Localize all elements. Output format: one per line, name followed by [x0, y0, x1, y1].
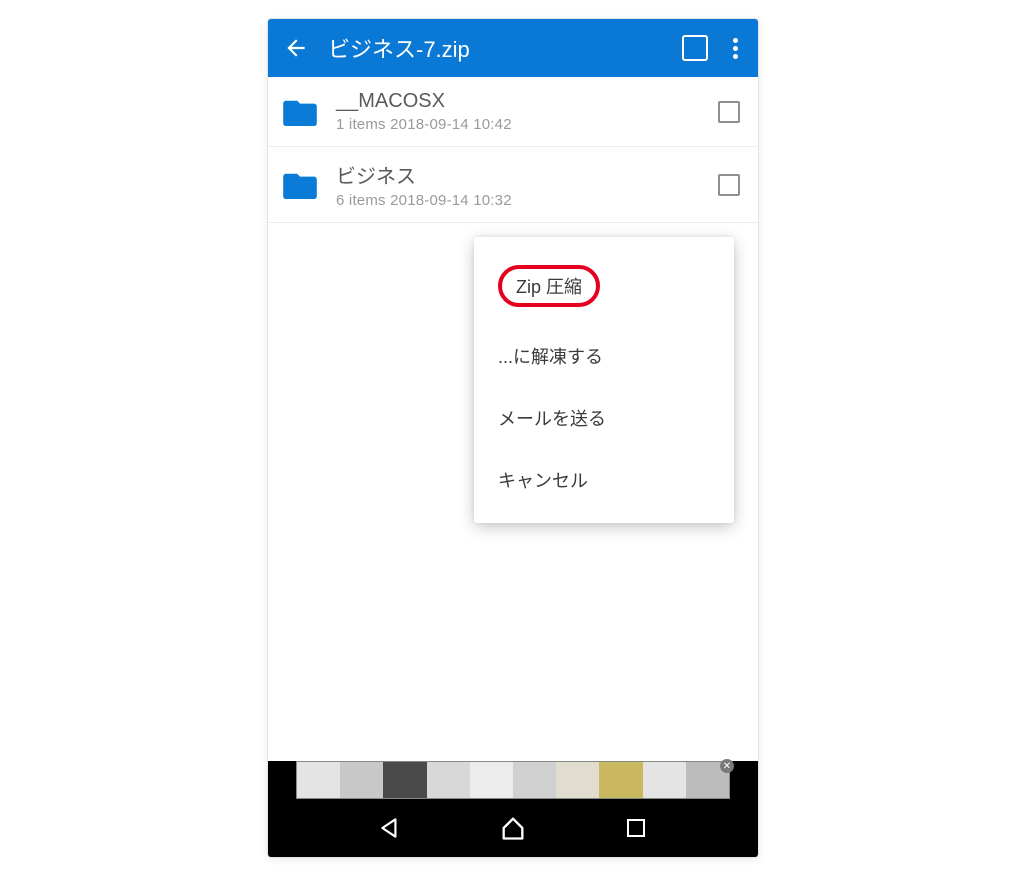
select-toggle-button[interactable]: [682, 35, 708, 61]
ad-banner[interactable]: ✕: [296, 761, 730, 799]
dot-icon: [733, 54, 738, 59]
file-info: __MACOSX 1 items 2018-09-14 10:42: [336, 90, 718, 133]
row-checkbox[interactable]: [718, 101, 740, 123]
dot-icon: [733, 38, 738, 43]
navigation-bar: ✕: [268, 761, 758, 857]
row-checkbox[interactable]: [718, 174, 740, 196]
file-meta: 1 items 2018-09-14 10:42: [336, 116, 718, 133]
nav-home-button[interactable]: [497, 812, 529, 844]
arrow-left-icon: [283, 35, 309, 61]
list-item[interactable]: ビジネス 6 items 2018-09-14 10:32: [268, 147, 758, 223]
dot-icon: [733, 46, 738, 51]
folder-icon: [282, 98, 318, 126]
back-button[interactable]: [282, 34, 310, 62]
folder-icon: [282, 171, 318, 199]
triangle-left-icon: [377, 815, 403, 841]
menu-item-extract-to[interactable]: ...に解凍する: [474, 325, 734, 387]
menu-item-cancel[interactable]: キャンセル: [474, 449, 734, 511]
more-menu-button[interactable]: [726, 38, 744, 59]
app-bar: ビジネス-7.zip: [268, 19, 758, 77]
home-outline-icon: [499, 814, 527, 842]
highlight-annotation: Zip 圧縮: [498, 265, 600, 307]
nav-recent-button[interactable]: [620, 812, 652, 844]
content-area: ビジネス-7.zip __MACOSX 1 items 2018-09-14 1…: [268, 19, 758, 761]
file-meta: 6 items 2018-09-14 10:32: [336, 192, 718, 209]
page-title: ビジネス-7.zip: [328, 32, 682, 64]
phone-frame: ビジネス-7.zip __MACOSX 1 items 2018-09-14 1…: [267, 18, 759, 858]
file-name: __MACOSX: [336, 90, 718, 113]
file-name: ビジネス: [336, 160, 718, 189]
list-item[interactable]: __MACOSX 1 items 2018-09-14 10:42: [268, 77, 758, 147]
menu-item-send-email[interactable]: メールを送る: [474, 387, 734, 449]
square-outline-icon: [624, 816, 648, 840]
file-info: ビジネス 6 items 2018-09-14 10:32: [336, 160, 718, 209]
ad-close-button[interactable]: ✕: [720, 759, 734, 773]
context-menu: Zip 圧縮 ...に解凍する メールを送る キャンセル: [474, 237, 734, 523]
nav-back-button[interactable]: [374, 812, 406, 844]
menu-item-zip-compress[interactable]: Zip 圧縮: [474, 247, 734, 325]
nav-buttons: [268, 799, 758, 857]
